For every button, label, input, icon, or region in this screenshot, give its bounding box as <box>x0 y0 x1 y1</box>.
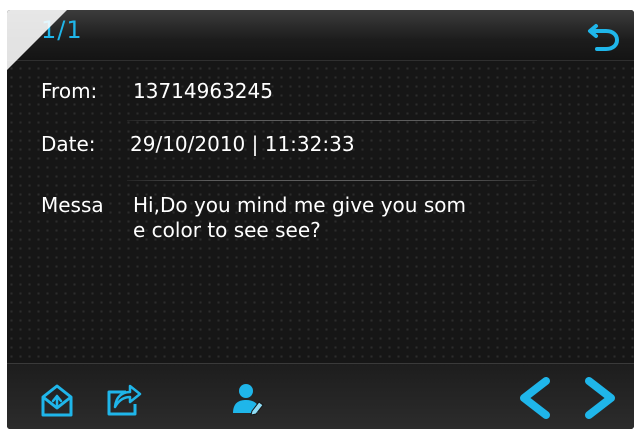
back-button[interactable] <box>586 18 622 54</box>
message-line-2: e color to see see? <box>133 218 321 242</box>
contact-button[interactable] <box>228 378 270 420</box>
date-value: 29/10/2010 | 11:32:33 <box>130 132 355 156</box>
from-label: From: <box>41 79 98 103</box>
next-button[interactable] <box>579 376 621 420</box>
message-screen: 1/1 From: 13714963245 Date: 29/10/2010 |… <box>7 10 634 429</box>
previous-arrow-icon <box>520 377 550 419</box>
message-label: Messa <box>41 193 104 217</box>
corner-decoration <box>7 10 67 70</box>
message-line-1: Hi,Do you mind me give you som <box>133 193 466 217</box>
contact-icon <box>233 384 264 416</box>
forward-button[interactable] <box>102 378 144 420</box>
reply-button[interactable] <box>37 380 77 420</box>
share-forward-icon <box>107 384 142 416</box>
date-label: Date: <box>41 132 96 156</box>
back-return-icon <box>588 24 620 51</box>
toolbar <box>7 363 634 429</box>
next-arrow-icon <box>585 377 615 419</box>
previous-button[interactable] <box>514 376 556 420</box>
envelope-reply-icon <box>41 384 73 417</box>
header-bar: 1/1 <box>7 10 634 61</box>
divider <box>127 180 537 181</box>
divider <box>127 120 537 121</box>
from-value: 13714963245 <box>133 79 273 103</box>
